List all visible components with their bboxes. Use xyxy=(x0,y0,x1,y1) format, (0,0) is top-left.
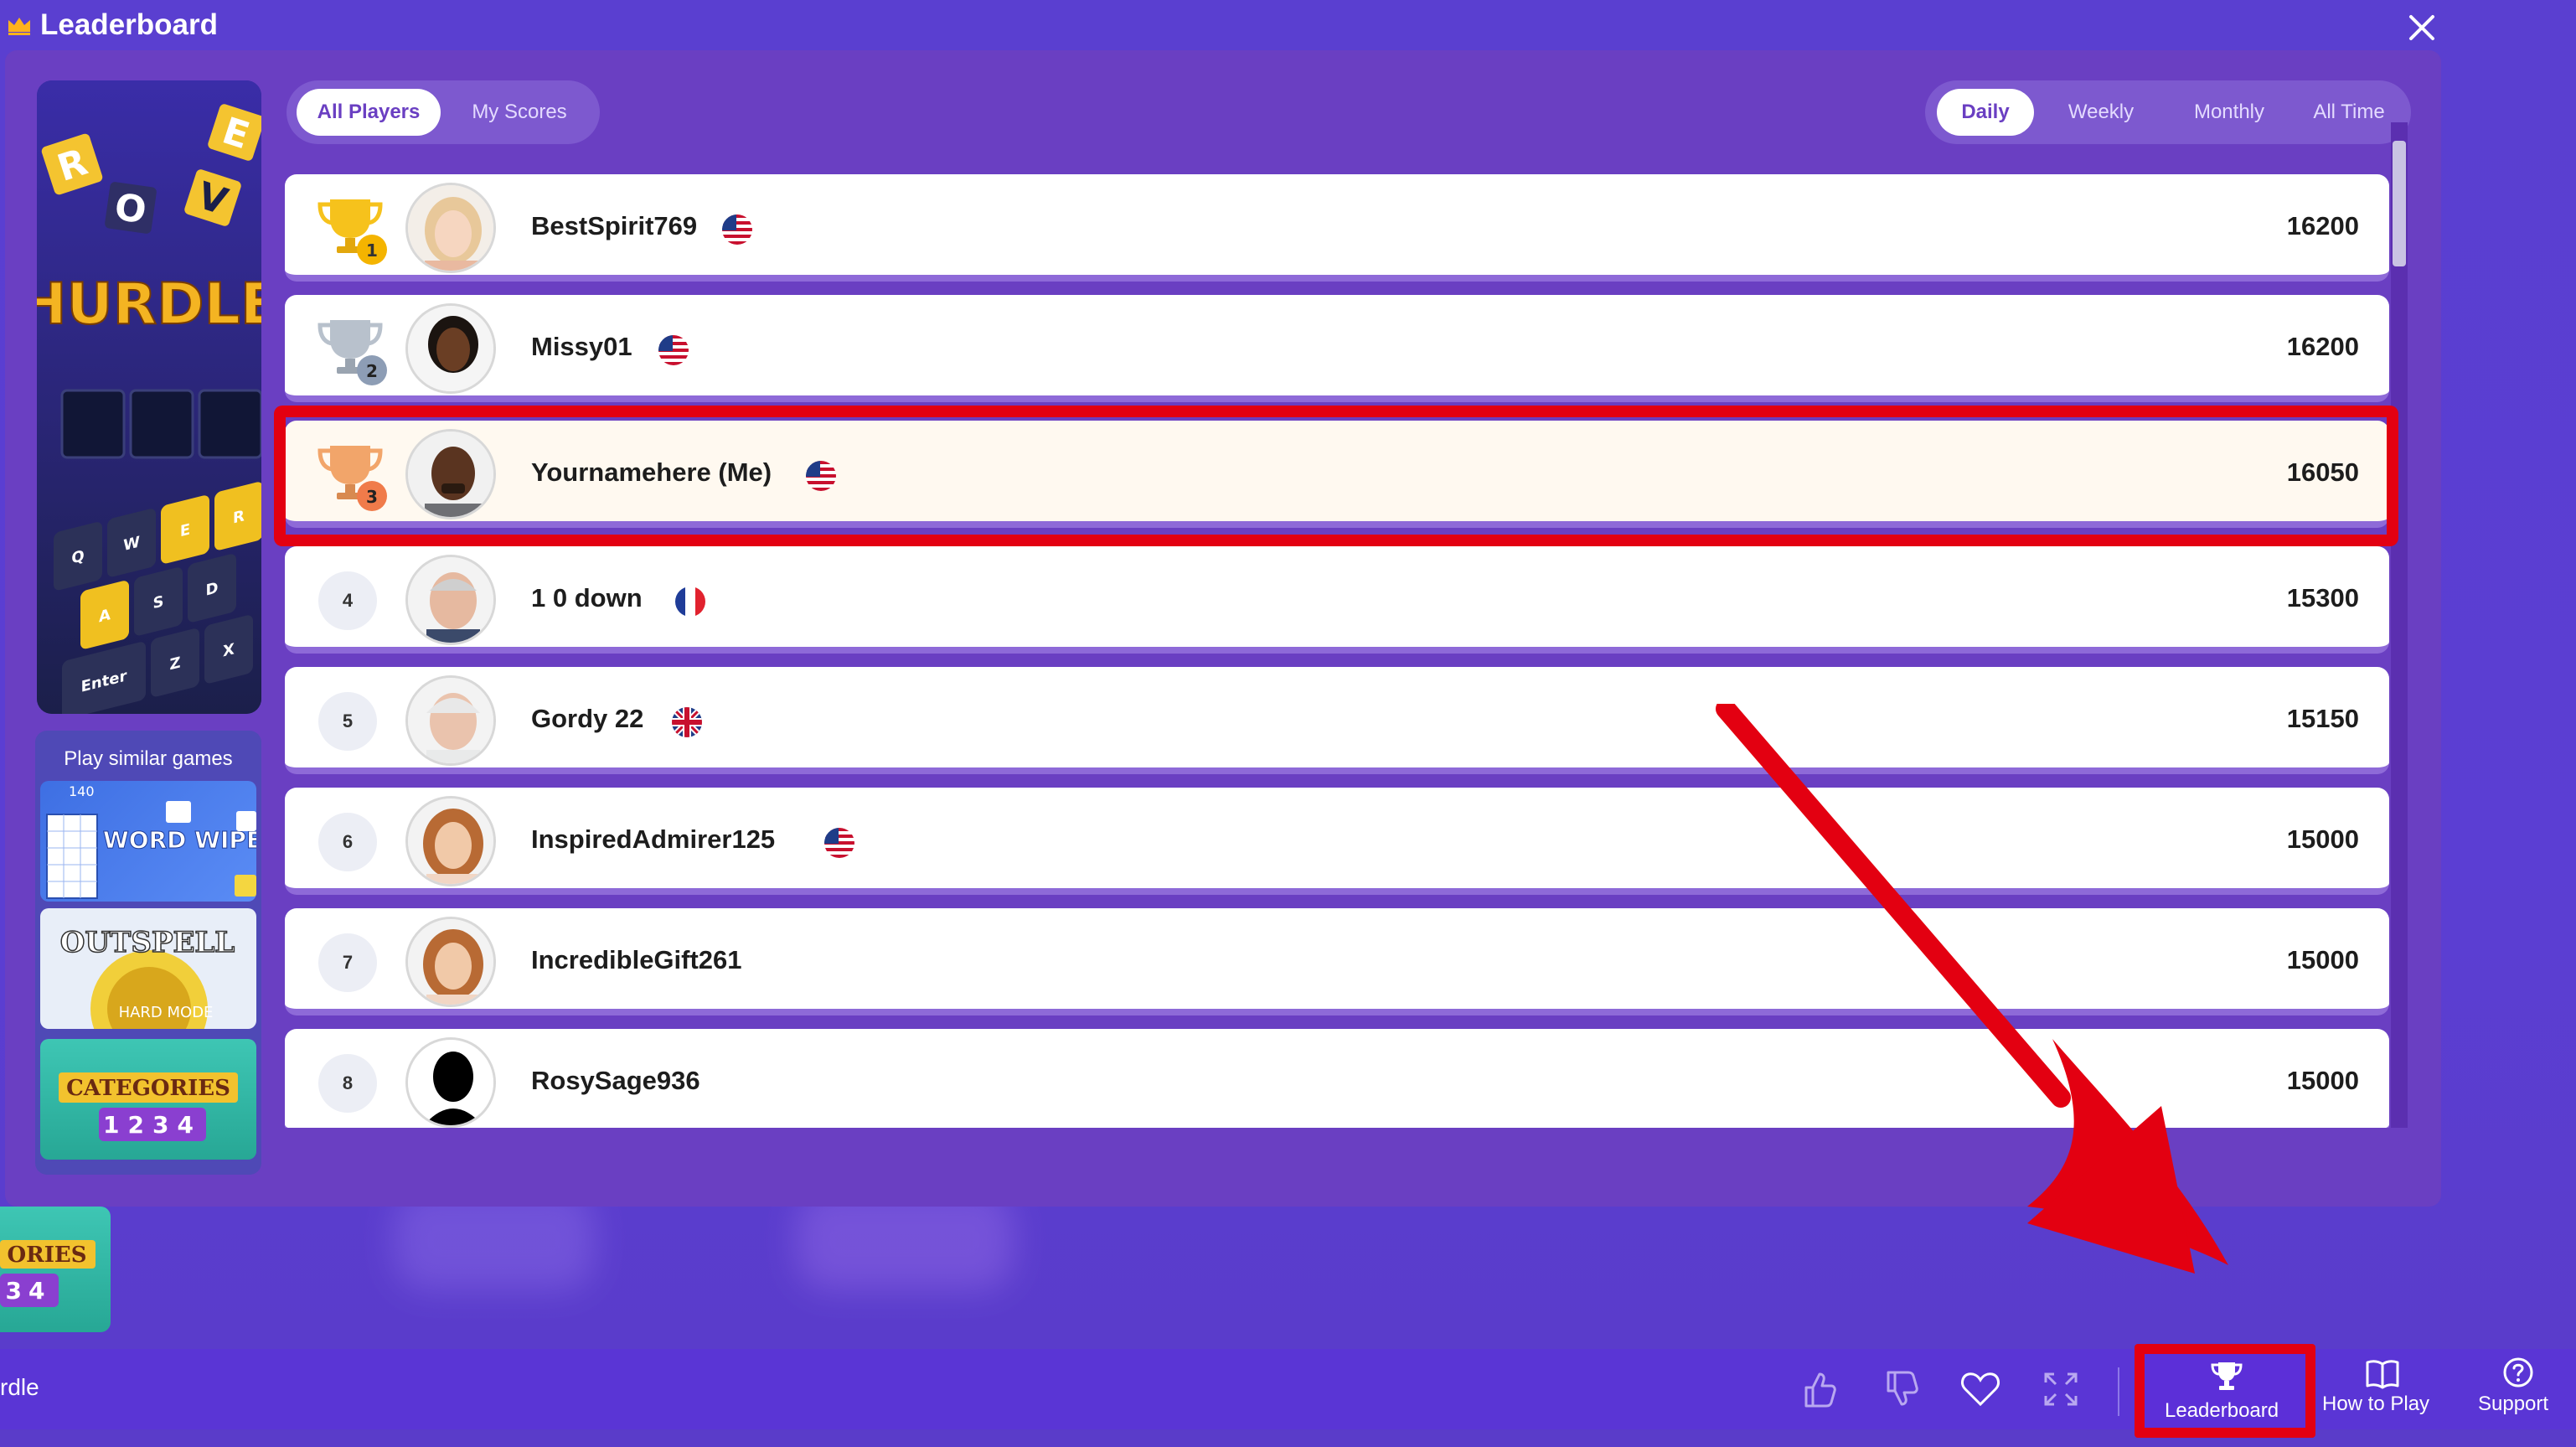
close-icon[interactable] xyxy=(2404,10,2439,45)
game-thumb-peek[interactable]: ORIES 34 xyxy=(0,1207,111,1332)
heart-icon[interactable] xyxy=(1957,1366,2004,1413)
player-score: 15000 xyxy=(2286,1066,2359,1095)
leaderboard-button-label: Leaderboard xyxy=(2165,1399,2279,1422)
player-name: IncredibleGift261 xyxy=(531,945,742,974)
avatar xyxy=(405,1037,496,1128)
categories-peek-artwork: ORIES 34 xyxy=(0,1240,96,1307)
how-to-play-label[interactable]: How to Play xyxy=(2322,1393,2429,1416)
similar-games-title: Play similar games xyxy=(64,747,233,770)
peek-label: ORIES xyxy=(7,1243,86,1268)
gb-flag-icon xyxy=(672,707,702,737)
player-score: 16200 xyxy=(2286,332,2359,361)
crown-icon xyxy=(8,18,30,35)
categories-artwork: CATEGORIES 1234 xyxy=(59,1072,238,1141)
silver-trophy-icon: 2 xyxy=(317,320,387,385)
avatar xyxy=(405,796,496,886)
page-title: Leaderboard xyxy=(40,8,218,41)
avatar xyxy=(405,303,496,394)
key-label: Z xyxy=(169,654,180,674)
gold-trophy-icon: 1 xyxy=(317,199,387,265)
key-label: D xyxy=(206,579,219,599)
game-thumb-categories[interactable]: CATEGORIES 1234 xyxy=(40,1039,256,1160)
rank-number: 2 xyxy=(366,361,378,381)
support-label[interactable]: Support xyxy=(2478,1393,2548,1416)
player-score: 16200 xyxy=(2286,211,2359,240)
thumbs-up-icon[interactable] xyxy=(1794,1366,1841,1413)
book-icon[interactable] xyxy=(2364,1356,2401,1393)
avatar xyxy=(405,675,496,766)
fr-flag-icon xyxy=(675,587,705,617)
thumb-badge: HARD MODE xyxy=(119,1004,214,1021)
rank-number: 8 xyxy=(318,1054,377,1113)
scrollbar-thumb[interactable] xyxy=(2393,141,2406,266)
title-bar: Leaderboard xyxy=(0,0,2576,55)
player-score: 15150 xyxy=(2286,704,2359,733)
avatar xyxy=(405,183,496,273)
rank-number: 6 xyxy=(318,813,377,871)
game-promo-card[interactable]: R O V E HURDLE Q W E R A S D Enter Z X xyxy=(37,80,261,714)
rank-number: 7 xyxy=(318,933,377,992)
key-label: A xyxy=(99,606,111,626)
thumb-badge: 1234 xyxy=(103,1111,202,1139)
thumb-game-name: WORD WIPE xyxy=(103,826,256,854)
toolbar-divider xyxy=(2118,1367,2119,1416)
key-label: S xyxy=(153,592,164,612)
promo-game-title: HURDLE xyxy=(37,271,261,338)
promo-letter: O xyxy=(112,186,149,233)
key-label: Q xyxy=(71,547,84,567)
rank-number: 4 xyxy=(318,571,377,630)
game-thumb-word-wipe[interactable]: 140 WORD WIPE xyxy=(40,781,256,902)
leaderboard-row[interactable]: 2 Missy01 16200 xyxy=(285,295,2389,402)
player-name: Missy01 xyxy=(531,332,632,361)
avatar xyxy=(405,555,496,645)
outspell-artwork: OUTSPELL HARD MODE xyxy=(59,925,235,1029)
us-flag-icon xyxy=(824,828,854,858)
player-name: Gordy 22 xyxy=(531,704,644,733)
word-wipe-artwork: 140 WORD WIPE xyxy=(46,783,256,899)
thumbs-down-icon[interactable] xyxy=(1877,1366,1923,1413)
leaderboard-row[interactable]: 1 BestSpirit769 16200 xyxy=(285,174,2389,282)
thumb-game-name: CATEGORIES xyxy=(66,1076,230,1101)
list-scrollbar[interactable] xyxy=(2391,122,2408,1128)
player-score: 15000 xyxy=(2286,945,2359,974)
rank-number: 5 xyxy=(318,692,377,751)
player-name: 1 0 down xyxy=(531,583,643,612)
player-name: InspiredAdmirer125 xyxy=(531,824,776,854)
highlight-box xyxy=(274,406,2398,546)
key-label: E xyxy=(180,521,190,541)
key-label: R xyxy=(233,507,245,527)
trophy-icon xyxy=(2211,1362,2243,1390)
us-flag-icon xyxy=(658,335,689,365)
peek-badge: 34 xyxy=(6,1277,52,1305)
fullscreen-icon[interactable] xyxy=(2037,1366,2084,1413)
player-name: RosySage936 xyxy=(531,1066,700,1095)
hurdle-artwork: R O V E HURDLE Q W E R A S D Enter Z X xyxy=(37,80,261,714)
annotation-arrow xyxy=(1716,704,2228,1274)
help-icon[interactable] xyxy=(2501,1356,2535,1389)
player-score: 15300 xyxy=(2286,583,2359,612)
player-name: BestSpirit769 xyxy=(531,211,698,240)
player-score: 15000 xyxy=(2286,824,2359,854)
leaderboard-row[interactable]: 4 1 0 down 15300 xyxy=(285,546,2389,654)
avatar xyxy=(405,917,496,1007)
thumb-badge: 140 xyxy=(69,783,95,799)
game-thumb-outspell[interactable]: OUTSPELL HARD MODE xyxy=(40,908,256,1029)
similar-games-panel: Play similar games 140 WORD WIPE OUTSPEL… xyxy=(35,731,261,1175)
key-label: X xyxy=(223,640,235,660)
game-name: rdle xyxy=(0,1374,39,1400)
leaderboard-button[interactable]: Leaderboard xyxy=(2135,1344,2315,1438)
thumb-game-name: OUTSPELL xyxy=(60,926,235,959)
rank-number: 1 xyxy=(366,240,378,261)
us-flag-icon xyxy=(722,214,752,245)
